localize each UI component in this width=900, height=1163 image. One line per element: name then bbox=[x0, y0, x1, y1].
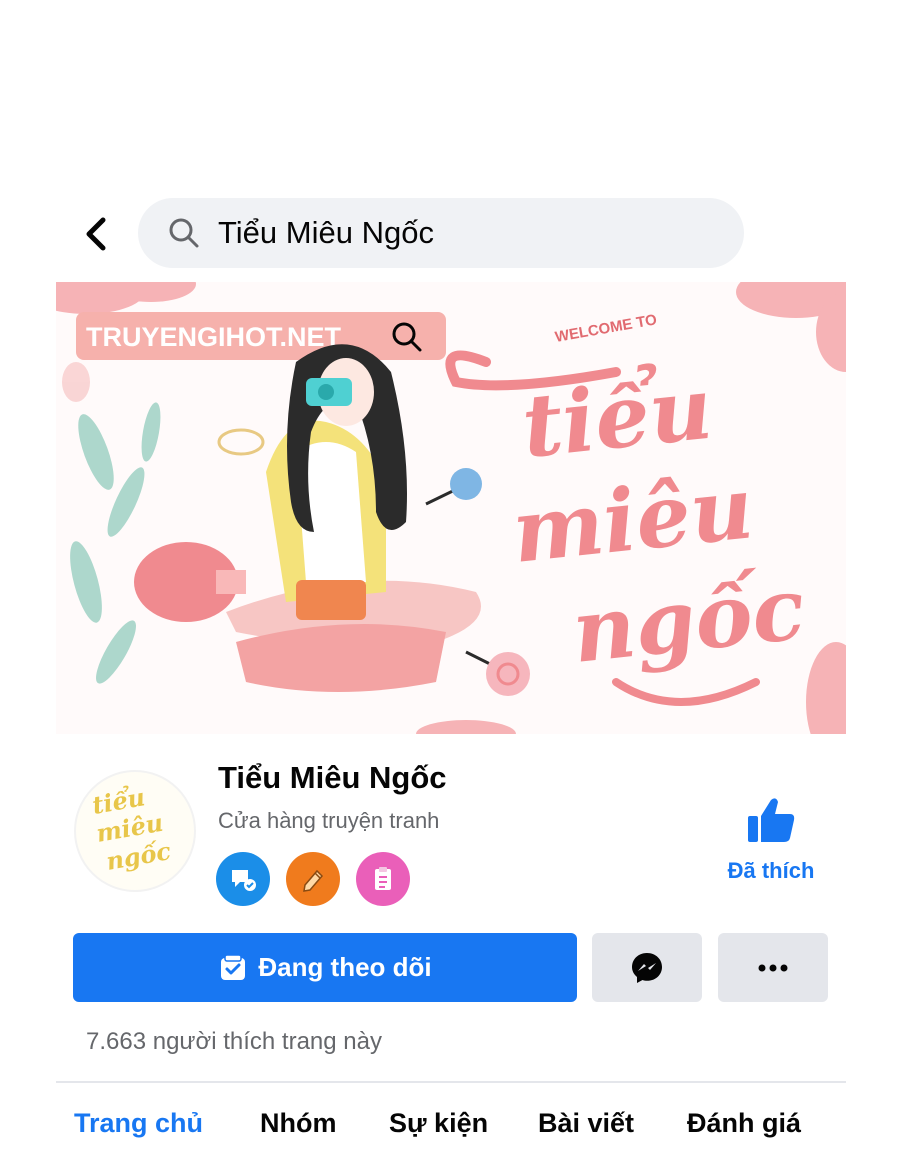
pencil-icon[interactable] bbox=[286, 852, 340, 906]
messenger-button[interactable] bbox=[592, 933, 702, 1002]
back-button[interactable] bbox=[76, 210, 116, 258]
liked-button[interactable]: Đã thích bbox=[716, 796, 826, 884]
page-badges bbox=[216, 852, 410, 906]
liked-label: Đã thích bbox=[727, 858, 815, 883]
avatar[interactable]: tiểu miêu ngốc bbox=[74, 770, 196, 892]
site-banner: TRUYENGIHOT.NET bbox=[76, 312, 446, 360]
script-line-1: tiểu bbox=[518, 357, 717, 478]
more-dots-icon bbox=[758, 964, 788, 971]
page-title: Tiểu Miêu Ngốc bbox=[218, 760, 447, 795]
thumbs-up-icon bbox=[748, 798, 795, 842]
responsive-messaging-icon[interactable] bbox=[216, 852, 270, 906]
following-check-icon bbox=[221, 953, 246, 980]
search-icon bbox=[169, 218, 199, 248]
messenger-icon bbox=[632, 952, 662, 983]
clipboard-icon[interactable] bbox=[356, 852, 410, 906]
tab-groups[interactable]: Nhóm bbox=[260, 1108, 337, 1139]
search-query-text: Tiểu Miêu Ngốc bbox=[218, 215, 434, 250]
search-bar[interactable]: Tiểu Miêu Ngốc bbox=[138, 198, 744, 268]
more-options-button[interactable] bbox=[718, 933, 828, 1002]
tab-home[interactable]: Trang chủ bbox=[74, 1108, 203, 1139]
tab-reviews[interactable]: Đánh giá bbox=[687, 1108, 801, 1139]
tab-posts[interactable]: Bài viết bbox=[538, 1108, 634, 1139]
following-label: Đang theo dõi bbox=[258, 952, 432, 982]
cover-photo[interactable]: TRUYENGIHOT.NET WELCOME TO tiểu miêu ngố… bbox=[56, 282, 846, 734]
chevron-left-icon bbox=[86, 217, 106, 251]
tab-events[interactable]: Sự kiện bbox=[389, 1108, 488, 1139]
likes-count: 7.663 người thích trang này bbox=[86, 1028, 382, 1055]
site-text: TRUYENGIHOT.NET bbox=[86, 322, 342, 352]
page-category: Cửa hàng truyện tranh bbox=[218, 808, 440, 833]
following-button[interactable]: Đang theo dõi bbox=[73, 933, 577, 1002]
divider bbox=[56, 1081, 846, 1083]
